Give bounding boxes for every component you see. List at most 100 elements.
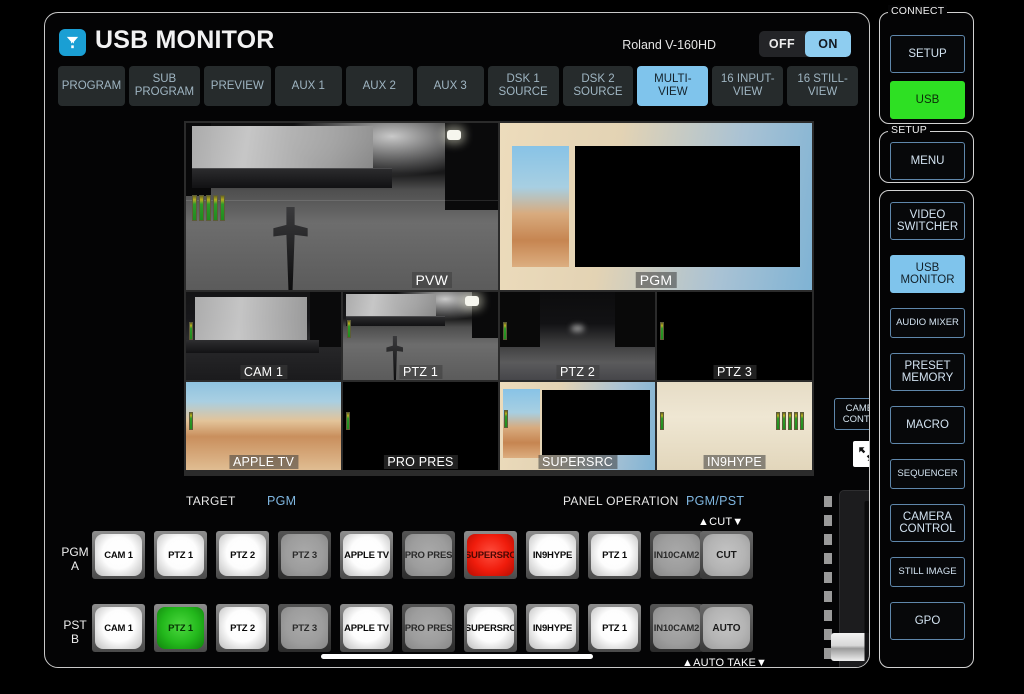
tbar-slider[interactable] [831,490,869,667]
multiview-label: PTZ 2 [555,365,600,379]
pst-bus-label-sub: B [70,632,79,646]
view-tab-strip: PROGRAM SUB PROGRAM PREVIEW AUX 1 AUX 2 AUX 3 D… [58,66,858,106]
tab-label: AUX 3 [433,79,467,92]
tbar-tick [824,515,832,526]
toggle-off-option[interactable]: OFF [759,31,805,57]
multiview-cell-ptz-2[interactable]: PTZ 2 [500,292,655,380]
tab-sub-program[interactable]: SUB PROGRAM [128,66,200,106]
multiview-label: PVW [411,272,452,288]
multiview-label: SUPERSRC [537,455,618,469]
rail-button-label: CONTROL [899,523,956,535]
rail-button-label: MONITOR [900,274,955,286]
power-toggle[interactable]: OFF ON [759,31,851,57]
tab-dsk-2-source[interactable]: DSK 2 SOURCE [562,66,634,106]
pst-button-ptz-3[interactable]: PTZ 3 [278,604,331,652]
pgm-button-ptz-1[interactable]: PTZ 1 [154,531,207,579]
tab-preview[interactable]: PREVIEW [203,66,271,106]
multiview-row-1: PVW PGM [186,123,812,290]
pgm-button-apple-tv[interactable]: APPLE TV [340,531,393,579]
audio-meters [192,195,225,221]
connect-panel: CONNECT SETUP USB [879,5,974,127]
multiview-label: PRO PRES [383,455,458,469]
tab-label: 16 INPUT- VIEW [720,73,775,98]
pgm-button-label: CAM 1 [95,534,142,576]
tab-label: AUX 1 [291,79,325,92]
tbar-tick [824,667,832,668]
multiview-label: PTZ 1 [398,365,443,379]
rail-button-label: MEMORY [901,372,954,384]
tab-label: DSK 2 SOURCE [573,73,623,98]
rail-button-usb-monitor[interactable]: USB MONITOR [890,255,965,293]
pgm-button-in10cam2[interactable]: IN10CAM2 [650,531,703,579]
rail-button-preset-memory[interactable]: PRESET MEMORY [890,353,965,391]
pgm-button-label: SUPERSRC [467,534,514,576]
pst-button-in10cam2[interactable]: IN10CAM2 [650,604,703,652]
pst-button-ptz-1[interactable]: PTZ 1 [154,604,207,652]
pst-button-ptz-1[interactable]: PTZ 1 [588,604,641,652]
tab-program[interactable]: PROGRAM [58,66,125,106]
rail-button-audio-mixer[interactable]: AUDIO MIXER [890,308,965,338]
pgm-button-label: PRO PRES [405,534,452,576]
rail-button-label: VIDEO [909,209,946,221]
rail-button-video-switcher[interactable]: VIDEO SWITCHER [890,202,965,240]
tab-16-input-view[interactable]: 16 INPUT- VIEW [712,66,784,106]
pgm-bus-label-main: PGM [61,545,89,559]
pst-button-cam-1[interactable]: CAM 1 [92,604,145,652]
multiview-cell-ptz-3[interactable]: PTZ 3 [657,292,812,380]
device-name-label: Roland V-160HD [622,38,716,52]
pst-button-pro-pres[interactable]: PRO PRES [402,604,455,652]
expand-arrows-icon[interactable] [853,441,869,467]
pgm-button-label: IN10CAM2 [653,534,700,576]
tab-16-still-view[interactable]: 16 STILL- VIEW [787,66,858,106]
camera-control-label-line1: CAMERA [845,403,869,414]
pst-button-in9hype[interactable]: IN9HYPE [526,604,579,652]
pgm-bus-label: PGM A [55,545,95,573]
multiview-cell-apple-tv[interactable]: APPLE TV [186,382,341,470]
tbar-tick [824,553,832,564]
pgm-button-cam-1[interactable]: CAM 1 [92,531,145,579]
pgm-button-in9hype[interactable]: IN9HYPE [526,531,579,579]
multiview-cell-in9hype[interactable]: IN9HYPE [657,382,812,470]
pst-button-ptz-2[interactable]: PTZ 2 [216,604,269,652]
setup-panel-title: SETUP [888,124,931,136]
rail-button-sequencer[interactable]: SEQUENCER [890,459,965,489]
pgm-button-ptz-2[interactable]: PTZ 2 [216,531,269,579]
rail-button-still-image[interactable]: STILL IMAGE [890,557,965,587]
multiview-cell-pro-pres[interactable]: PRO PRES [343,382,498,470]
pst-button-apple-tv[interactable]: APPLE TV [340,604,393,652]
rail-button-menu[interactable]: MENU [890,142,965,180]
cut-button[interactable]: CUT [700,531,753,579]
rail-button-macro[interactable]: MACRO [890,406,965,444]
pgm-button-ptz-1[interactable]: PTZ 1 [588,531,641,579]
rail-button-setup[interactable]: SETUP [890,35,965,73]
tbar-handle[interactable] [831,633,869,661]
pgm-button-pro-pres[interactable]: PRO PRES [402,531,455,579]
target-value[interactable]: PGM [267,494,296,508]
tbar-tick [824,610,832,621]
pst-button-supersrc[interactable]: SUPERSRC [464,604,517,652]
pgm-button-ptz-3[interactable]: PTZ 3 [278,531,331,579]
auto-button[interactable]: AUTO [700,604,753,652]
tab-aux-1[interactable]: AUX 1 [274,66,342,106]
rail-button-usb[interactable]: USB [890,81,965,119]
multiview-cell-cam-1[interactable]: CAM 1 [186,292,341,380]
tab-aux-2[interactable]: AUX 2 [345,66,413,106]
rail-button-label: CAMERA [902,511,953,523]
panel-operation-value[interactable]: PGM/PST [686,494,744,508]
multiview-cell-ptz-1[interactable]: PTZ 1 [343,292,498,380]
connect-buttons: SETUP USB [890,35,965,127]
tab-dsk-1-source[interactable]: DSK 1 SOURCE [487,66,559,106]
audio-meters [346,412,350,430]
multiview-cell-pvw[interactable]: PVW [186,123,498,290]
multiview-cell-pgm[interactable]: PGM [500,123,812,290]
rail-button-camera-control[interactable]: CAMERA CONTROL [890,504,965,542]
rail-button-gpo[interactable]: GPO [890,602,965,640]
pgm-button-supersrc[interactable]: SUPERSRC [464,531,517,579]
pst-bus-label: PST B [55,618,95,646]
tab-aux-3[interactable]: AUX 3 [416,66,484,106]
tab-multi-view[interactable]: MULTI- VIEW [637,66,709,106]
mode-panel: VIDEO SWITCHER USB MONITOR AUDIO MIXER PRESET… [879,190,974,668]
camera-control-button[interactable]: CAMERA CONTROL [834,398,869,430]
multiview-cell-supersrc[interactable]: SUPERSRC [500,382,655,470]
toggle-on-option[interactable]: ON [805,31,851,57]
